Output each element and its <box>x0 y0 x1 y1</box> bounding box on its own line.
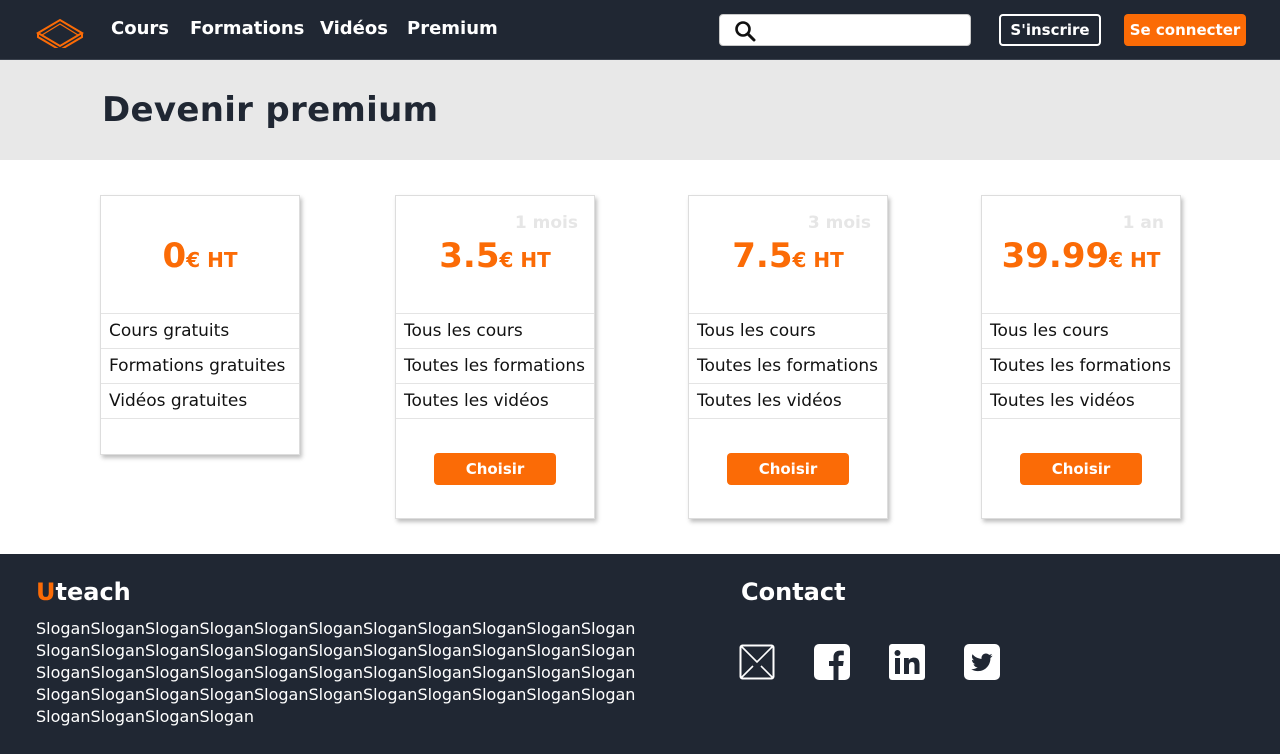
contact-title: Contact <box>741 578 846 606</box>
plan-price-unit: € HT <box>792 248 844 272</box>
plan-feature: Toutes les vidéos <box>396 384 594 419</box>
email-icon[interactable] <box>739 644 775 680</box>
plan-feature: Formations gratuites <box>101 349 299 384</box>
plan-price-unit: € HT <box>1109 248 1161 272</box>
linkedin-icon[interactable] <box>889 644 925 680</box>
nav-link-premium[interactable]: Premium <box>407 18 498 39</box>
plan-feature: Toutes les formations <box>396 349 594 384</box>
nav-link-videos[interactable]: Vidéos <box>320 18 388 39</box>
nav-link-cours[interactable]: Cours <box>111 18 169 39</box>
plan-period: 1 mois <box>514 213 578 233</box>
plan-price: 7.5 <box>732 236 793 276</box>
pricing-card-3-months: 3 mois 7.5€ HT Tous les cours Toutes les… <box>688 195 888 519</box>
plan-feature: Toutes les formations <box>689 349 887 384</box>
footer: Uteach SloganSloganSloganSloganSloganSlo… <box>0 554 1280 754</box>
plan-price-unit: € HT <box>499 248 551 272</box>
plan-feature: Toutes les formations <box>982 349 1180 384</box>
plan-feature: Cours gratuits <box>101 314 299 349</box>
search-icon[interactable] <box>734 20 756 42</box>
brand-initial: U <box>36 578 56 606</box>
brand-name-rest: teach <box>55 578 131 606</box>
plan-feature: Tous les cours <box>982 314 1180 349</box>
book-logo-icon[interactable] <box>36 12 84 48</box>
search-input[interactable] <box>764 19 964 41</box>
footer-slogan: SloganSloganSloganSloganSloganSloganSlog… <box>36 619 636 726</box>
pricing-card-free: 0€ HT Cours gratuits Formations gratuite… <box>100 195 300 455</box>
choose-plan-button[interactable]: Choisir <box>1020 453 1142 485</box>
nav-link-formations[interactable]: Formations <box>190 18 304 39</box>
pricing-card-1-month: 1 mois 3.5€ HT Tous les cours Toutes les… <box>395 195 595 519</box>
choose-plan-button[interactable]: Choisir <box>434 453 556 485</box>
plan-period: 1 an <box>1122 213 1164 233</box>
login-button[interactable]: Se connecter <box>1124 14 1246 46</box>
plan-feature: Tous les cours <box>689 314 887 349</box>
price-area: 0€ HT <box>101 196 299 314</box>
facebook-icon[interactable] <box>814 644 850 680</box>
signup-button[interactable]: S'inscrire <box>999 14 1101 46</box>
plan-price: 39.99 <box>1001 236 1110 276</box>
plan-feature: Vidéos gratuites <box>101 384 299 419</box>
footer-brand: Uteach <box>36 578 131 606</box>
search-box <box>719 14 971 46</box>
plan-period: 3 mois <box>807 213 871 233</box>
page-title: Devenir premium <box>102 90 439 130</box>
page-header: Devenir premium <box>0 60 1280 160</box>
top-navbar: Cours Formations Vidéos Premium S'inscri… <box>0 0 1280 60</box>
plan-price: 0 <box>162 236 187 276</box>
choose-plan-button[interactable]: Choisir <box>727 453 849 485</box>
plan-feature: Tous les cours <box>396 314 594 349</box>
plan-feature: Toutes les vidéos <box>982 384 1180 419</box>
pricing-card-1-year: 1 an 39.99€ HT Tous les cours Toutes les… <box>981 195 1181 519</box>
plan-price-unit: € HT <box>186 248 238 272</box>
plan-feature: Toutes les vidéos <box>689 384 887 419</box>
plan-price: 3.5 <box>439 236 500 276</box>
card-spacer <box>101 419 299 454</box>
twitter-icon[interactable] <box>964 644 1000 680</box>
